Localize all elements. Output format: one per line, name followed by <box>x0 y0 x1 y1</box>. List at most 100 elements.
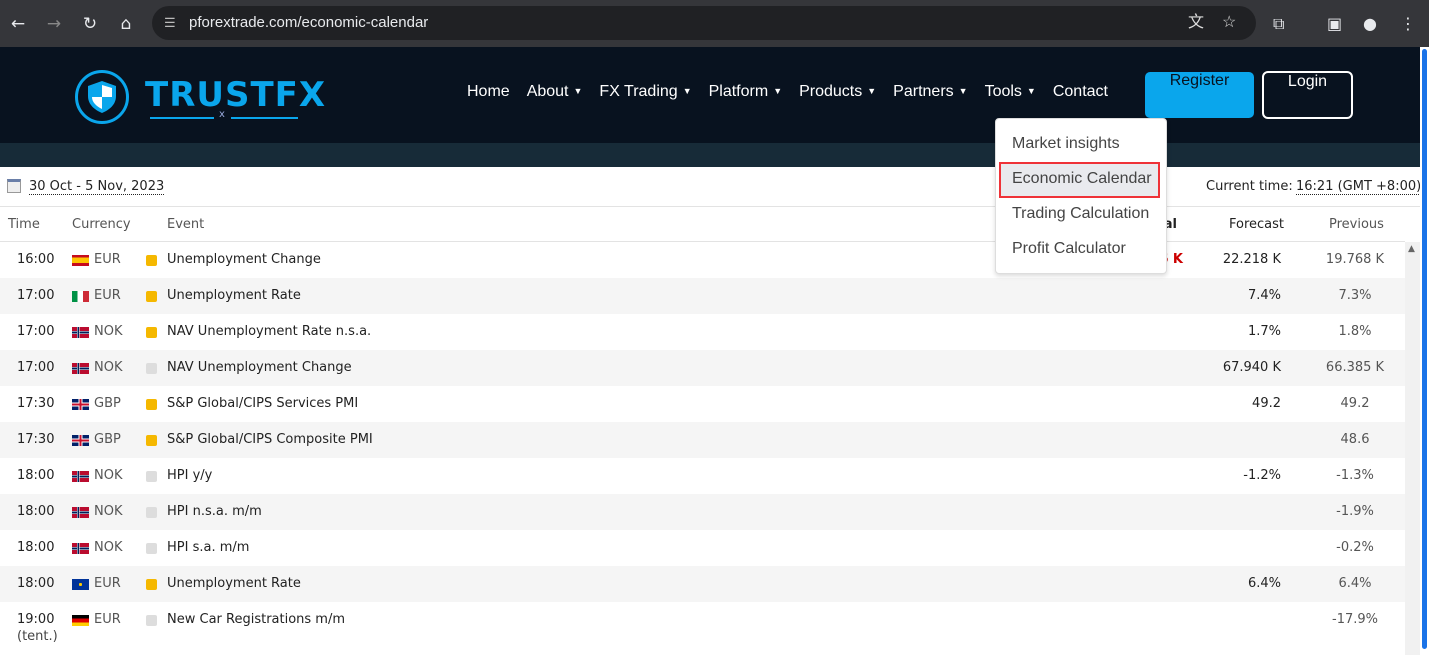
nav-about[interactable]: About ▼ <box>527 83 583 101</box>
calendar-icon[interactable] <box>7 179 21 193</box>
table-row[interactable]: 17:30 GBP S&P Global/CIPS Composite PMI … <box>0 422 1405 458</box>
nav-platform[interactable]: Platform ▼ <box>709 83 783 101</box>
nav-products[interactable]: Products ▼ <box>799 83 876 101</box>
sidepanel-icon[interactable]: ▣ <box>1327 0 1342 47</box>
menu-icon[interactable]: ⋮ <box>1400 0 1416 47</box>
home-icon[interactable]: ⌂ <box>108 14 144 34</box>
caret-down-icon: ▼ <box>1026 86 1036 96</box>
importance-low-icon <box>146 363 157 374</box>
event-name[interactable]: NAV Unemployment Change <box>167 360 352 375</box>
col-event: Event <box>167 217 205 232</box>
event-name[interactable]: New Car Registrations m/m <box>167 612 345 627</box>
importance-medium-icon <box>146 255 157 266</box>
forecast-value: 49.2 <box>1252 396 1281 411</box>
table-header: Time Currency Event al Forecast Previous <box>0 207 1405 242</box>
date-range-picker[interactable]: 30 Oct - 5 Nov, 2023 <box>29 179 165 195</box>
extensions-icon[interactable]: ⧉ <box>1273 0 1284 47</box>
menu-item-profit-calculator[interactable]: Profit Calculator <box>1012 240 1126 258</box>
event-name[interactable]: Unemployment Rate <box>167 576 301 591</box>
currency: GBP <box>94 396 121 411</box>
currency: EUR <box>94 252 121 267</box>
header-strip <box>0 143 1420 167</box>
flag-gb-icon <box>72 399 89 410</box>
table-row[interactable]: 18:00 NOK HPI n.s.a. m/m -1.9% <box>0 494 1405 530</box>
nav-home[interactable]: Home <box>467 83 510 101</box>
forecast-value: 6.4% <box>1247 576 1281 591</box>
caret-down-icon: ▼ <box>682 86 692 96</box>
currency: EUR <box>94 576 121 591</box>
nav-tools[interactable]: Tools ▼ <box>985 83 1036 101</box>
profile-icon[interactable]: ● <box>1363 0 1377 47</box>
nav-contact[interactable]: Contact <box>1053 83 1108 101</box>
table-row[interactable]: 18:00 NOK HPI s.a. m/m -0.2% <box>0 530 1405 566</box>
brand-name[interactable]: TRUSTFX <box>145 75 326 115</box>
nav-fx-trading[interactable]: FX Trading ▼ <box>599 83 691 101</box>
event-name[interactable]: S&P Global/CIPS Composite PMI <box>167 432 373 447</box>
table-row[interactable]: 19:00 (tent.) EUR New Car Registrations … <box>0 602 1405 644</box>
caret-down-icon: ▼ <box>867 86 877 96</box>
forecast-value: 22.218 K <box>1222 252 1281 267</box>
event-name[interactable]: NAV Unemployment Rate n.s.a. <box>167 324 371 339</box>
previous-value: -17.9% <box>1332 612 1378 627</box>
currency: NOK <box>94 504 123 519</box>
login-button[interactable]: Login <box>1262 71 1353 119</box>
menu-item-market-insights[interactable]: Market insights <box>1012 135 1120 153</box>
current-time-value[interactable]: 16:21 (GMT +8:00) <box>1296 179 1422 195</box>
tools-dropdown: Market insights Economic Calendar Tradin… <box>995 118 1167 274</box>
col-forecast: Forecast <box>1229 217 1285 232</box>
previous-value: 6.4% <box>1338 576 1372 591</box>
forward-icon[interactable]: → <box>36 14 72 34</box>
register-button[interactable]: Register <box>1145 72 1254 118</box>
url-text: pforextrade.com/economic-calendar <box>189 14 429 31</box>
reload-icon[interactable]: ↻ <box>72 14 108 34</box>
event-time: 18:00 <box>17 576 55 591</box>
table-row[interactable]: 18:00 EUR Unemployment Rate 6.4% 6.4% <box>0 566 1405 602</box>
table-row[interactable]: 18:00 NOK HPI y/y -1.2% -1.3% <box>0 458 1405 494</box>
site-info-icon[interactable]: ☰ <box>164 6 176 40</box>
flag-no-icon <box>72 327 89 338</box>
nav-partners[interactable]: Partners ▼ <box>893 83 967 101</box>
translate-icon[interactable]: 文 <box>1188 6 1204 40</box>
main-nav: Home About ▼ FX Trading ▼ Platform ▼ Products ▼ P… <box>467 83 1125 101</box>
page-scrollbar[interactable] <box>1420 47 1429 655</box>
table-row[interactable]: 17:00 NOK NAV Unemployment Rate n.s.a. 1… <box>0 314 1405 350</box>
flag-it-icon <box>72 291 89 302</box>
currency: NOK <box>94 360 123 375</box>
event-name[interactable]: HPI s.a. m/m <box>167 540 249 555</box>
importance-low-icon <box>146 543 157 554</box>
table-row[interactable]: 17:30 GBP S&P Global/CIPS Services PMI 4… <box>0 386 1405 422</box>
forecast-value: -1.2% <box>1243 468 1281 483</box>
caret-down-icon: ▼ <box>573 86 583 96</box>
flag-no-icon <box>72 543 89 554</box>
col-currency: Currency <box>72 217 131 232</box>
address-bar[interactable]: ☰ pforextrade.com/economic-calendar 文 ☆ <box>152 6 1256 40</box>
previous-value: -1.9% <box>1336 504 1374 519</box>
table-row[interactable]: 17:00 EUR Unemployment Rate 7.4% 7.3% <box>0 278 1405 314</box>
event-name[interactable]: HPI n.s.a. m/m <box>167 504 262 519</box>
event-name[interactable]: Unemployment Rate <box>167 288 301 303</box>
menu-item-trading-calculation[interactable]: Trading Calculation <box>1012 205 1149 223</box>
col-previous: Previous <box>1329 217 1384 232</box>
star-icon[interactable]: ☆ <box>1222 6 1236 40</box>
currency: NOK <box>94 468 123 483</box>
event-name[interactable]: HPI y/y <box>167 468 212 483</box>
event-name[interactable]: S&P Global/CIPS Services PMI <box>167 396 358 411</box>
forecast-value: 7.4% <box>1247 288 1281 303</box>
back-icon[interactable]: ← <box>0 14 36 34</box>
menu-item-economic-calendar[interactable]: Economic Calendar <box>1012 170 1152 188</box>
flag-eu-icon <box>72 579 89 590</box>
currency: GBP <box>94 432 121 447</box>
calendar-toolbar: 30 Oct - 5 Nov, 2023 Current time: 16:21… <box>0 167 1422 207</box>
flag-gb-icon <box>72 435 89 446</box>
caret-down-icon: ▼ <box>773 86 783 96</box>
event-time: 16:00 <box>17 252 55 267</box>
table-row[interactable]: 17:00 NOK NAV Unemployment Change 67.940… <box>0 350 1405 386</box>
table-row[interactable]: 16:00 EUR Unemployment Change 6 K 22.218… <box>0 242 1405 278</box>
logo-shield-icon[interactable] <box>75 70 129 124</box>
importance-medium-icon <box>146 327 157 338</box>
table-scrollbar[interactable]: ▲ <box>1405 242 1420 655</box>
importance-medium-icon <box>146 435 157 446</box>
previous-value: 66.385 K <box>1325 360 1385 375</box>
brand-sub: x <box>219 109 225 120</box>
event-name[interactable]: Unemployment Change <box>167 252 321 267</box>
